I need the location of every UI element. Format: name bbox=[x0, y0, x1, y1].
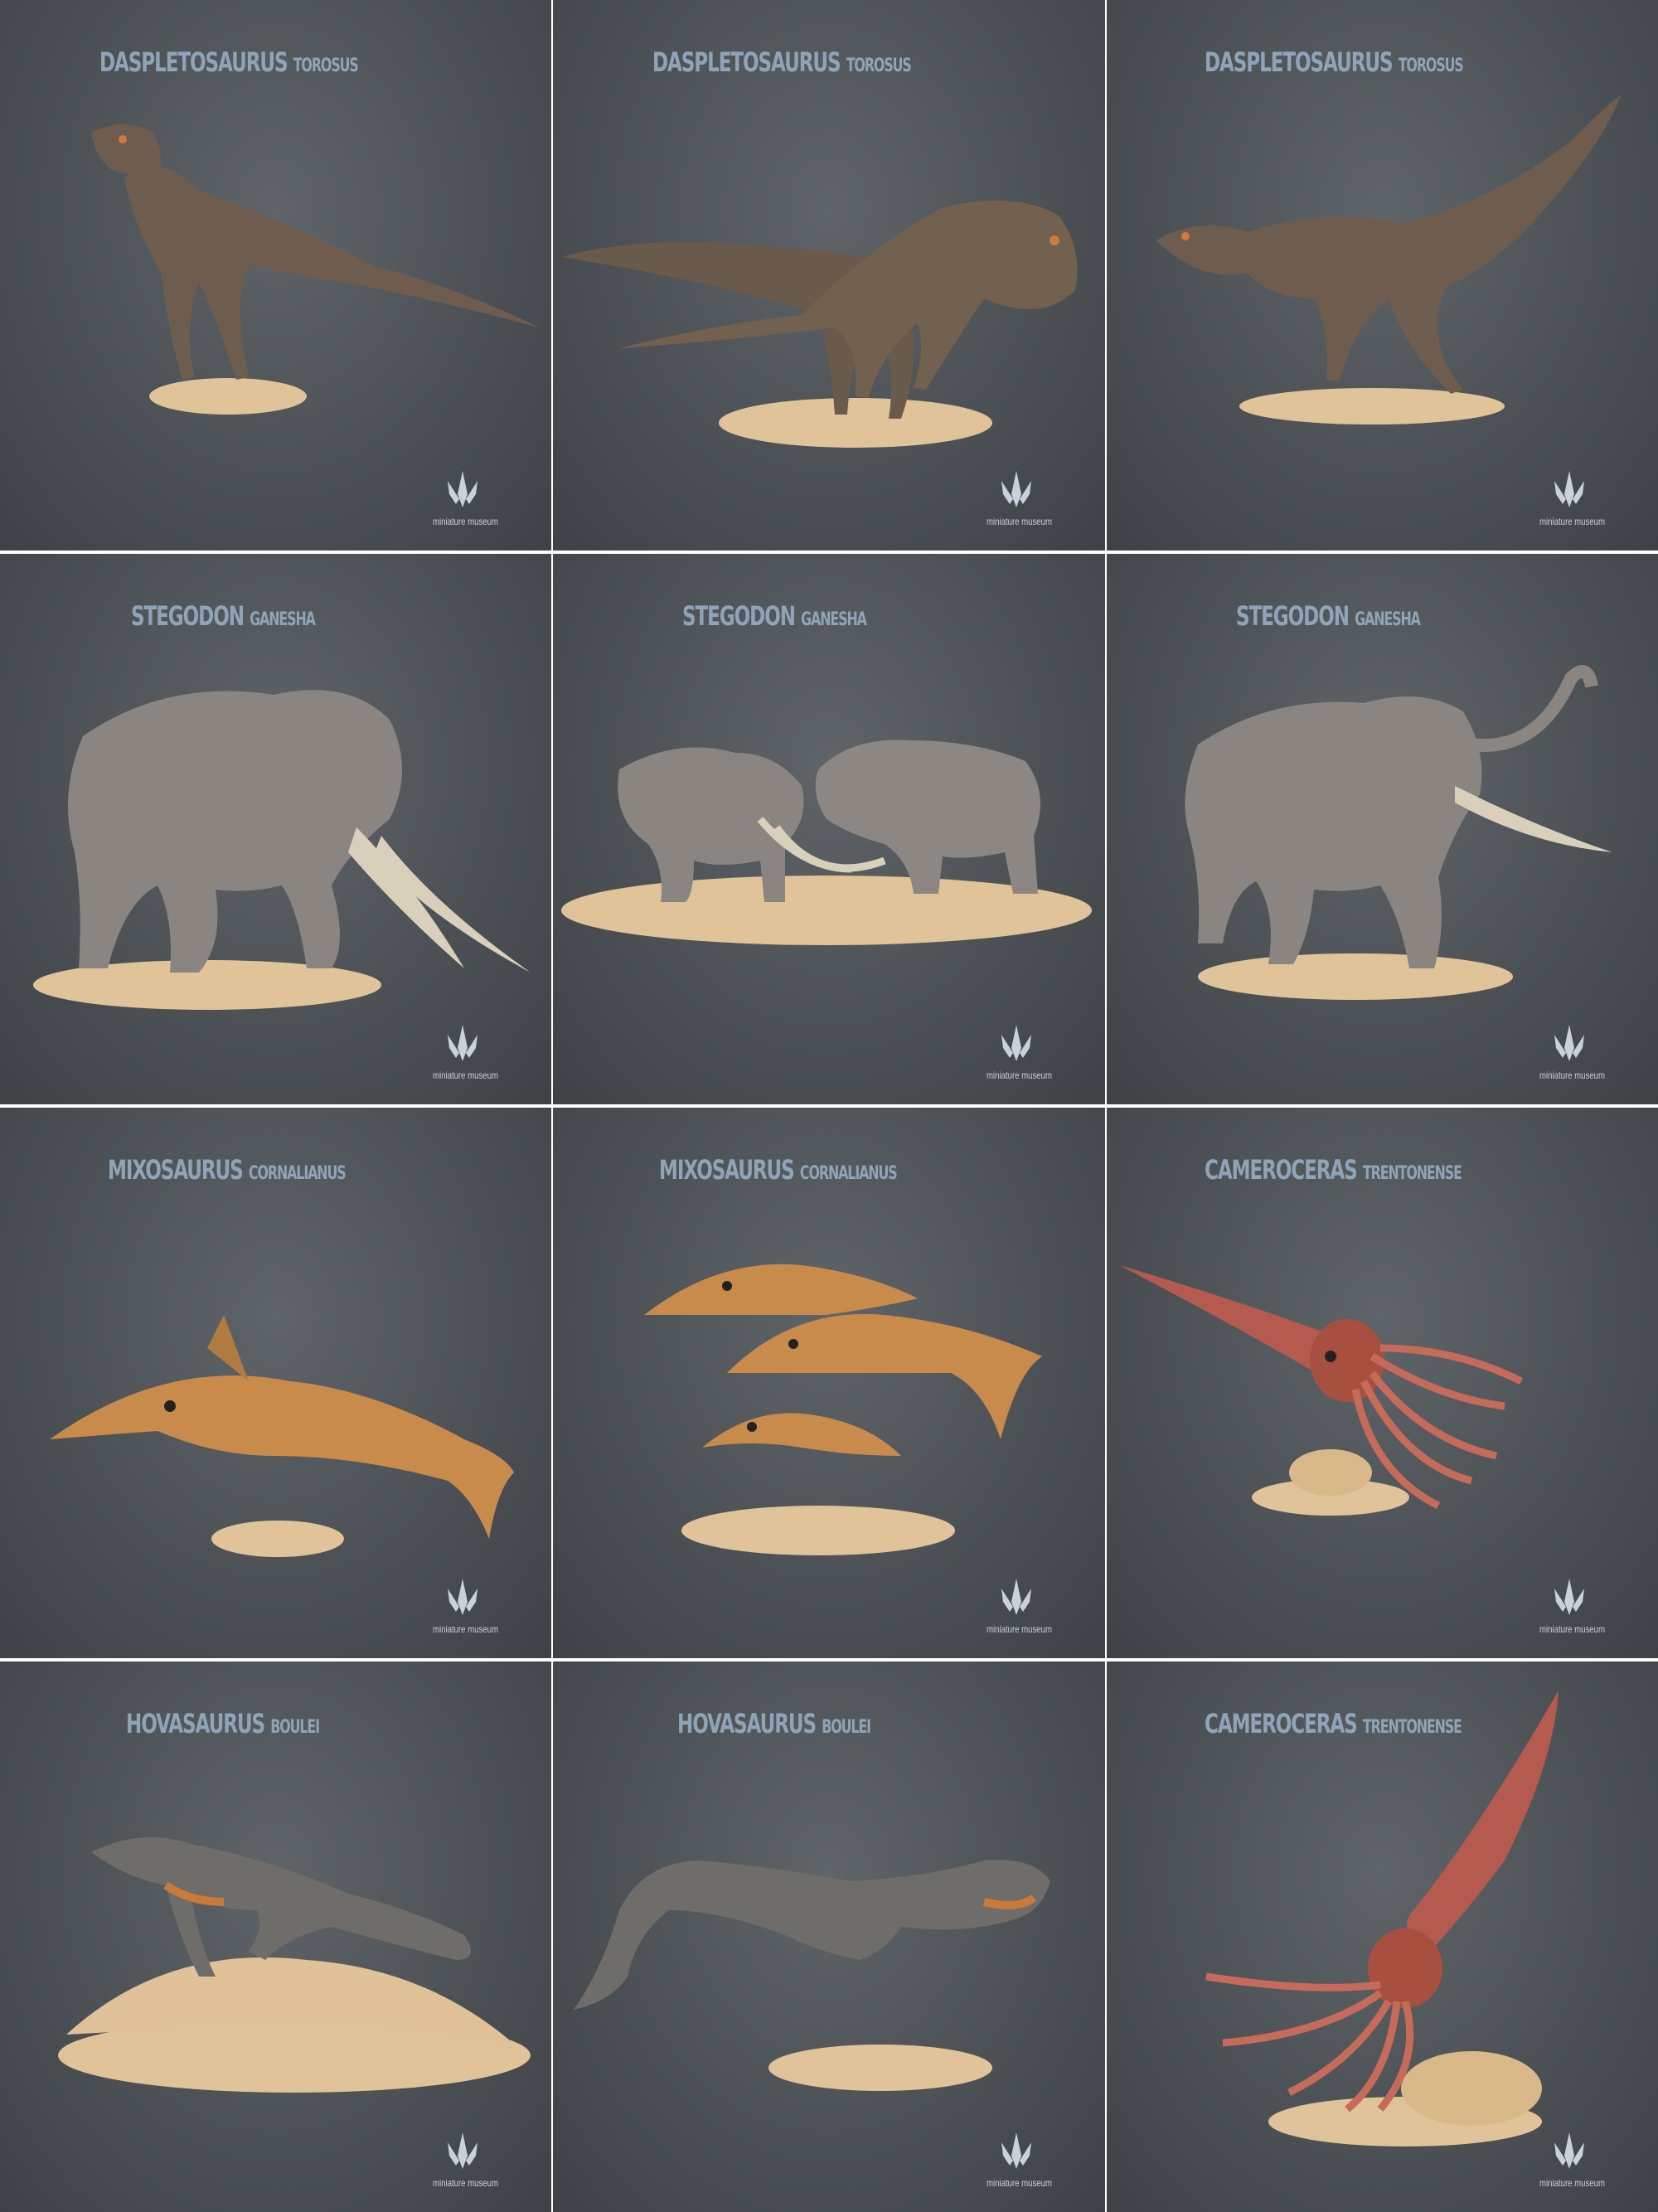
genus-label: STEGODON bbox=[131, 600, 245, 632]
tile-stegodon-3: STEGODON GANESHA miniature museum bbox=[1107, 554, 1658, 1104]
tile-title: CAMEROCERAS TRENTONENSE bbox=[1205, 1708, 1462, 1739]
tile-title: STEGODON GANESHA bbox=[1236, 600, 1421, 632]
logo: miniature museum bbox=[979, 1574, 1054, 1635]
logo-text: miniature museum bbox=[987, 1623, 1052, 1635]
genus-label: CAMEROCERAS bbox=[1205, 1154, 1358, 1186]
tile-title: MIXOSAURUS CORNALIANUS bbox=[108, 1154, 347, 1186]
species-label: GANESHA bbox=[1355, 609, 1421, 630]
miniature-museum-logo-icon bbox=[448, 471, 478, 507]
tile-title: STEGODON GANESHA bbox=[131, 600, 316, 632]
species-label: BOULEI bbox=[822, 1717, 871, 1738]
tile-daspletosaurus-2: DASPLETOSAURUS TOROSUS miniature museum bbox=[553, 0, 1105, 551]
species-label: TRENTONENSE bbox=[1362, 1163, 1462, 1184]
logo: miniature museum bbox=[425, 466, 500, 527]
tile-title: DASPLETOSAURUS TOROSUS bbox=[99, 46, 359, 78]
species-label: TOROSUS bbox=[1398, 56, 1464, 76]
miniature-museum-logo-icon bbox=[1001, 2132, 1031, 2169]
species-label: CORNALIANUS bbox=[248, 1163, 347, 1184]
tile-stegodon-2: STEGODON GANESHA miniature museum bbox=[553, 554, 1105, 1104]
miniature-museum-logo-icon bbox=[1554, 1579, 1584, 1615]
species-label: GANESHA bbox=[801, 609, 867, 630]
tile-mixosaurus-1: MIXOSAURUS CORNALIANUS miniature museum bbox=[0, 1108, 551, 1658]
miniature-museum-logo-icon bbox=[448, 1579, 478, 1615]
logo-text: miniature museum bbox=[987, 1070, 1052, 1081]
logo: miniature museum bbox=[1532, 1020, 1607, 1081]
genus-label: CAMEROCERAS bbox=[1205, 1708, 1358, 1739]
logo-text: miniature museum bbox=[433, 1070, 498, 1081]
species-label: TOROSUS bbox=[293, 56, 359, 76]
tile-title: HOVASAURUS BOULEI bbox=[126, 1708, 320, 1739]
miniature-museum-logo-icon bbox=[448, 2132, 478, 2169]
logo: miniature museum bbox=[425, 1574, 500, 1635]
logo-text: miniature museum bbox=[987, 516, 1052, 527]
logo: miniature museum bbox=[979, 466, 1054, 527]
tile-title: MIXOSAURUS CORNALIANUS bbox=[659, 1154, 898, 1186]
tile-hovasaurus-2: HOVASAURUS BOULEI miniature museum bbox=[553, 1661, 1105, 2212]
logo-text: miniature museum bbox=[433, 516, 498, 527]
tile-hovasaurus-1: HOVASAURUS BOULEI miniature museum bbox=[0, 1661, 551, 2212]
tile-mixosaurus-2: MIXOSAURUS CORNALIANUS miniature museum bbox=[553, 1108, 1105, 1658]
logo: miniature museum bbox=[425, 2127, 500, 2189]
miniature-museum-logo-icon bbox=[448, 1025, 478, 1061]
species-label: GANESHA bbox=[250, 609, 316, 630]
logo: miniature museum bbox=[1532, 2127, 1607, 2189]
species-label: BOULEI bbox=[270, 1717, 320, 1738]
species-label: TRENTONENSE bbox=[1362, 1717, 1462, 1738]
miniature-museum-logo-icon bbox=[1001, 1579, 1031, 1615]
tile-title: CAMEROCERAS TRENTONENSE bbox=[1205, 1154, 1462, 1186]
logo-text: miniature museum bbox=[433, 2177, 498, 2189]
tile-title: HOVASAURUS BOULEI bbox=[677, 1708, 871, 1739]
miniature-museum-logo-icon bbox=[1001, 471, 1031, 507]
logo-text: miniature museum bbox=[1539, 1070, 1605, 1081]
tile-daspletosaurus-3: DASPLETOSAURUS TOROSUS miniature museum bbox=[1107, 0, 1658, 551]
logo-text: miniature museum bbox=[1539, 516, 1605, 527]
tile-cameroceras-2: CAMEROCERAS TRENTONENSE miniature museum bbox=[1107, 1661, 1658, 2212]
genus-label: DASPLETOSAURUS bbox=[1205, 46, 1394, 78]
miniature-museum-logo-icon bbox=[1554, 1025, 1584, 1061]
genus-label: HOVASAURUS bbox=[677, 1708, 817, 1739]
miniature-museum-logo-icon bbox=[1554, 471, 1584, 507]
miniature-museum-logo-icon bbox=[1554, 2132, 1584, 2169]
tile-daspletosaurus-1: DASPLETOSAURUS TOROSUS miniature museum bbox=[0, 0, 551, 551]
tile-title: DASPLETOSAURUS TOROSUS bbox=[1205, 46, 1464, 78]
tile-cameroceras-1: CAMEROCERAS TRENTONENSE miniature museum bbox=[1107, 1108, 1658, 1658]
logo-text: miniature museum bbox=[1539, 1623, 1605, 1635]
genus-label: STEGODON bbox=[1236, 600, 1350, 632]
genus-label: DASPLETOSAURUS bbox=[652, 46, 841, 78]
image-grid: DASPLETOSAURUS TOROSUS miniature museum D… bbox=[0, 0, 1658, 2212]
species-label: CORNALIANUS bbox=[799, 1163, 898, 1184]
genus-label: DASPLETOSAURUS bbox=[99, 46, 288, 78]
miniature-museum-logo-icon bbox=[1001, 1025, 1031, 1061]
genus-label: HOVASAURUS bbox=[126, 1708, 265, 1739]
logo-text: miniature museum bbox=[987, 2177, 1052, 2189]
tile-title: STEGODON GANESHA bbox=[682, 600, 867, 632]
logo-text: miniature museum bbox=[1539, 2177, 1605, 2189]
genus-label: MIXOSAURUS bbox=[659, 1154, 795, 1186]
tile-title: DASPLETOSAURUS TOROSUS bbox=[652, 46, 912, 78]
logo: miniature museum bbox=[425, 1020, 500, 1081]
genus-label: MIXOSAURUS bbox=[108, 1154, 244, 1186]
genus-label: STEGODON bbox=[682, 600, 796, 632]
logo: miniature museum bbox=[1532, 1574, 1607, 1635]
logo-text: miniature museum bbox=[433, 1623, 498, 1635]
logo: miniature museum bbox=[979, 1020, 1054, 1081]
logo: miniature museum bbox=[1532, 466, 1607, 527]
species-label: TOROSUS bbox=[846, 56, 912, 76]
tile-stegodon-1: STEGODON GANESHA miniature museum bbox=[0, 554, 551, 1104]
logo: miniature museum bbox=[979, 2127, 1054, 2189]
